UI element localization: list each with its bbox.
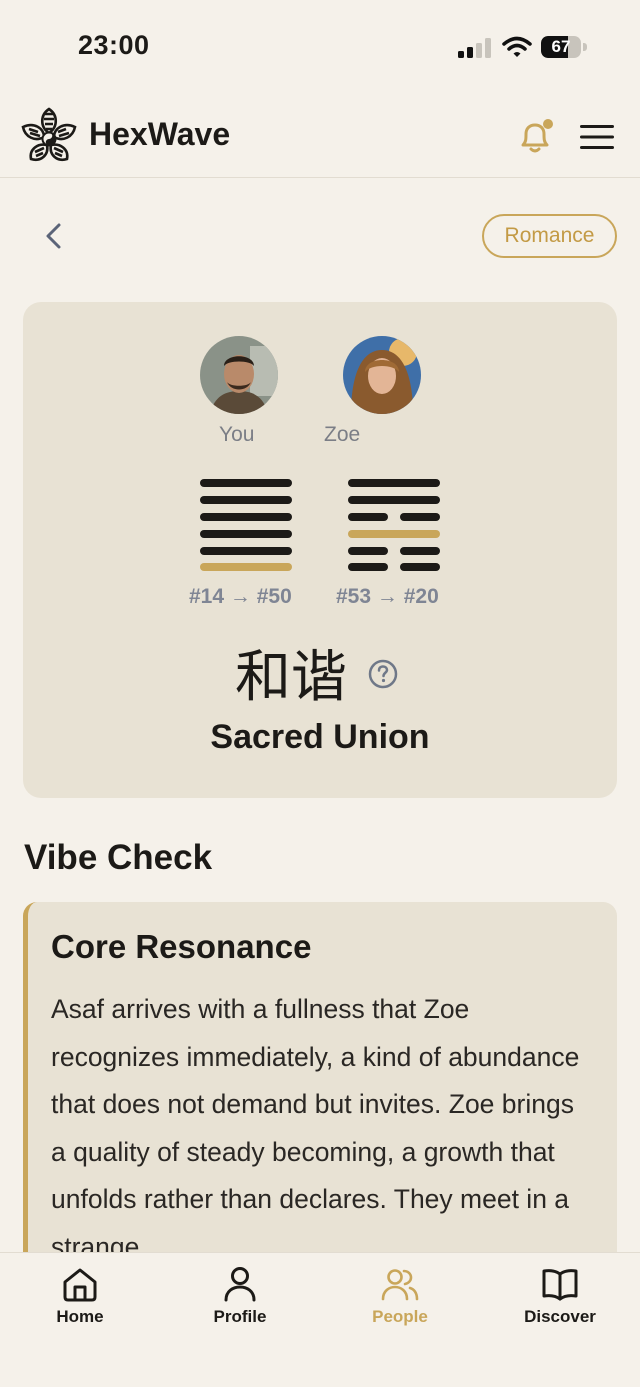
home-icon bbox=[63, 1268, 97, 1302]
avatar-you[interactable] bbox=[200, 336, 278, 414]
cellular-signal-icon bbox=[458, 38, 491, 58]
nav-profile[interactable]: Profile bbox=[160, 1253, 320, 1353]
app-header: HexWave bbox=[0, 92, 640, 178]
notification-bell-icon[interactable] bbox=[515, 116, 555, 156]
partner-label: Zoe bbox=[324, 423, 361, 446]
nav-discover-label: Discover bbox=[524, 1307, 596, 1326]
nav-profile-label: Profile bbox=[213, 1307, 267, 1326]
vibe-check-heading: Vibe Check bbox=[24, 838, 213, 877]
bottom-nav: Home Profile People Discover bbox=[0, 1252, 640, 1387]
match-card: You Zoe #14 → #50 #53 → #20 和谐 Sacred Un… bbox=[23, 302, 617, 798]
hamburger-menu-icon[interactable] bbox=[580, 124, 614, 150]
nav-people-label: People bbox=[372, 1307, 428, 1326]
match-chinese-name: 和谐 bbox=[235, 645, 347, 710]
battery-indicator: 67 bbox=[541, 36, 587, 58]
avatar-zoe[interactable] bbox=[343, 336, 421, 414]
hexagram-you bbox=[200, 479, 292, 571]
nav-discover[interactable]: Discover bbox=[480, 1253, 640, 1353]
battery-level: 67 bbox=[551, 37, 571, 56]
hexagram-transition-you: #14 → #50 bbox=[189, 585, 292, 608]
person-icon bbox=[224, 1267, 256, 1302]
app-title: HexWave bbox=[89, 116, 231, 152]
hexagram-partner bbox=[348, 479, 440, 571]
nav-home[interactable]: Home bbox=[0, 1253, 160, 1353]
nav-home-label: Home bbox=[56, 1307, 104, 1326]
nav-people[interactable]: People bbox=[320, 1253, 480, 1353]
wifi-icon bbox=[502, 36, 532, 57]
question-circle-icon[interactable] bbox=[367, 658, 399, 690]
you-label: You bbox=[219, 423, 255, 446]
core-resonance-body: Asaf arrives with a fullness that Zoe re… bbox=[51, 994, 580, 1262]
core-resonance-title: Core Resonance bbox=[51, 928, 312, 965]
back-chevron-icon[interactable] bbox=[40, 220, 68, 252]
match-english-name: Sacred Union bbox=[210, 718, 430, 756]
status-bar: 23:00 67 bbox=[0, 0, 640, 92]
open-book-icon bbox=[542, 1269, 578, 1301]
lotus-yin-yang-logo-icon bbox=[21, 107, 77, 161]
people-icon bbox=[381, 1269, 419, 1301]
hexagram-transition-partner: #53 → #20 bbox=[336, 585, 439, 608]
category-chip[interactable]: Romance bbox=[482, 214, 617, 258]
status-time: 23:00 bbox=[78, 30, 150, 60]
